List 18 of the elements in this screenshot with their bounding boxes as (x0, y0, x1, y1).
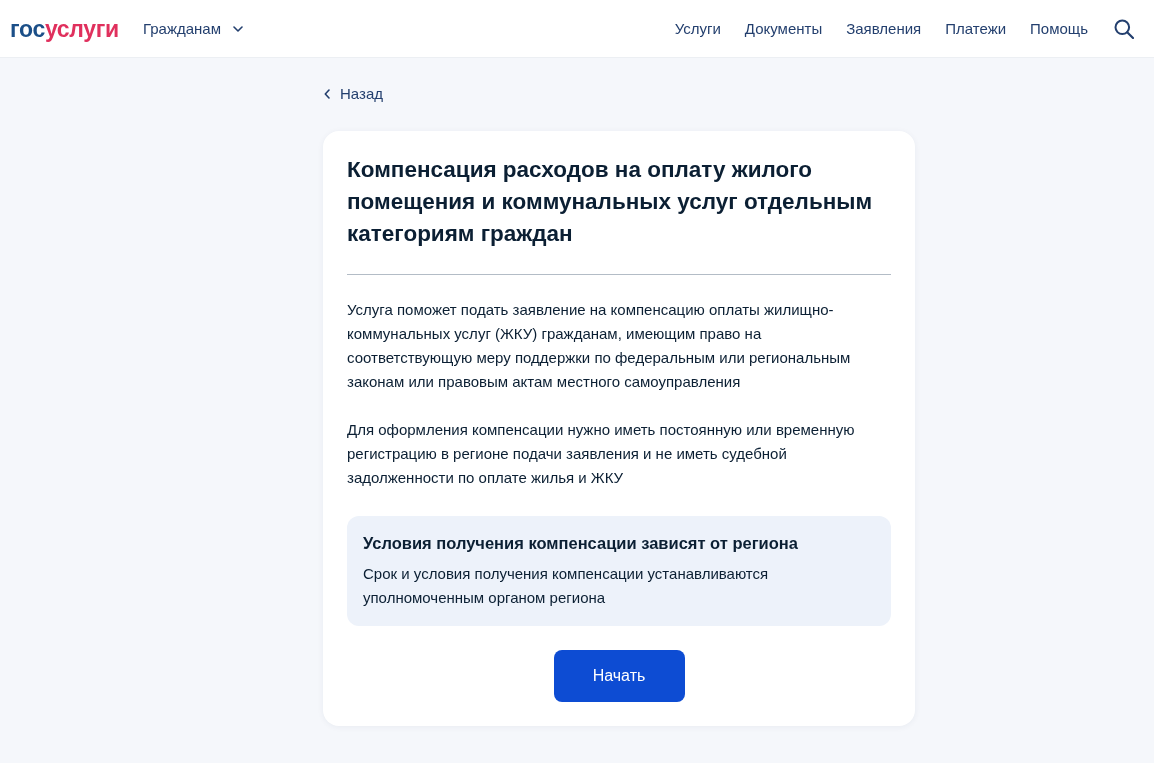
service-title: Компенсация расходов на оплату жилого помещения и коммунальных услуг отдельным категориям граждан (347, 156, 874, 248)
search-icon (1114, 18, 1134, 39)
description-text: Для оформления компенсации нужно иметь постоянную или временную регистрацию в регионе подачи заявления и не иметь судебной задолженности по оплате жилья и ЖКУ (347, 420, 856, 488)
start-button[interactable]: Начать (553, 650, 685, 702)
chevron-down-icon (233, 25, 243, 32)
nav-link[interactable]: Услуги (674, 20, 721, 37)
nav-link[interactable]: Заявления (846, 20, 922, 37)
description-text: Услуга поможет подать заявление на компенсацию оплаты жилищно-коммунальных услуг (ЖКУ) гражданам, имеющим право на соответствующую меру поддержки по федеральным или региональным законам или правовым актам местного самоуправления (347, 300, 852, 392)
nav-link[interactable]: Платежи (945, 20, 1007, 37)
nav-link[interactable]: Документы (744, 20, 823, 37)
notice-text: Срок и условия получения компенсации устанавливаются уполномоченным органом региона (363, 564, 770, 608)
search-button[interactable] (1114, 18, 1134, 39)
back-link[interactable]: Назад (324, 84, 383, 104)
nav-link[interactable]: Помощь (1030, 20, 1088, 37)
logo[interactable]: госуслуги (10, 14, 119, 43)
chevron-left-icon (324, 89, 330, 99)
audience-menu[interactable]: Гражданам (142, 20, 243, 37)
notice-title: Условия получения компенсации зависят от региона (363, 533, 799, 554)
